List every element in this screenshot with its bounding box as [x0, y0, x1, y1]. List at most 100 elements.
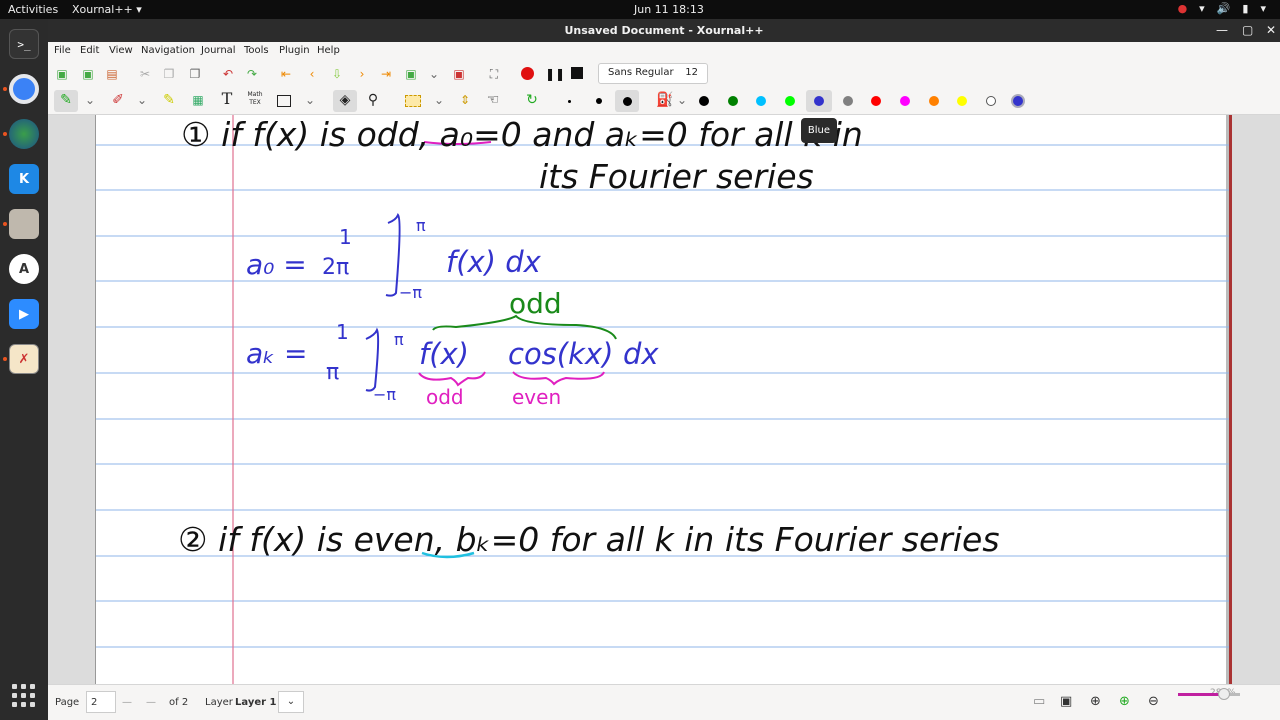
delete-page-icon[interactable]: ▣ — [452, 65, 466, 83]
terminal-icon[interactable]: >_ — [9, 29, 39, 59]
image-icon[interactable]: ▦ — [189, 91, 207, 109]
color-custom-blue-swatch[interactable] — [1010, 94, 1025, 108]
battery-icon[interactable]: ▮ — [1242, 2, 1248, 15]
copy-icon[interactable]: ❐ — [162, 65, 176, 83]
save-icon[interactable]: ▤ — [104, 65, 120, 83]
record-icon[interactable] — [521, 67, 534, 80]
select-rectangle-icon[interactable] — [405, 95, 421, 107]
layer-value[interactable]: Layer 1 — [235, 697, 276, 708]
zoom-out-icon[interactable]: ⊖ — [1148, 694, 1159, 709]
goto-page-icon[interactable]: ⇩ — [330, 65, 344, 83]
zoom-in-icon[interactable]: ⊕ — [1119, 694, 1130, 709]
pause-icon[interactable]: ❚❚ — [545, 65, 565, 83]
layer-dropdown-icon[interactable]: ⌄ — [278, 691, 304, 713]
color-magenta-swatch[interactable] — [899, 96, 910, 106]
page-layout-icon[interactable]: ▭ — [1033, 694, 1045, 709]
thickness-thick-icon[interactable] — [623, 97, 632, 106]
select-dropdown-icon[interactable]: ⌄ — [433, 91, 445, 109]
chromium-icon[interactable] — [9, 74, 39, 104]
minimize-button[interactable]: — — [1216, 23, 1228, 37]
insert-page-dropdown-icon[interactable]: ⌄ — [428, 65, 440, 83]
maximize-button[interactable]: ▢ — [1242, 23, 1253, 37]
tex-tool-icon[interactable]: Math TEX — [244, 91, 266, 107]
font-size: 12 — [685, 67, 698, 78]
hand-snap-icon[interactable]: ⚲ — [364, 91, 382, 109]
browser-globe-icon[interactable] — [9, 119, 39, 149]
stop-icon[interactable] — [571, 67, 583, 79]
canvas-area[interactable]: ① if f(x) is odd, a₀=0 and aₖ=0 for all … — [48, 115, 1280, 684]
show-applications-icon[interactable] — [12, 684, 36, 708]
record-indicator-icon[interactable]: ● — [1178, 2, 1188, 15]
color-light-green-swatch[interactable] — [785, 96, 796, 106]
highlighter-icon[interactable]: ✎ — [161, 91, 177, 109]
menu-journal[interactable]: Journal — [201, 45, 236, 56]
thickness-fine-icon[interactable] — [568, 100, 571, 103]
zoom-fit-icon[interactable]: ⊕ — [1090, 694, 1101, 709]
font-selector[interactable]: Sans Regular 12 — [598, 63, 708, 84]
color-yellow-swatch[interactable] — [957, 96, 968, 106]
color-green-swatch[interactable] — [727, 96, 738, 106]
fullscreen-icon[interactable]: ⛶ — [485, 65, 503, 83]
eraser-icon[interactable]: ✐ — [110, 91, 126, 109]
paste-icon[interactable]: ❐ — [188, 65, 202, 83]
vertical-space-icon[interactable]: ⇕ — [457, 91, 473, 109]
app-menu[interactable]: Xournal++ ▾ — [72, 3, 142, 16]
kolourpaint-icon[interactable]: K — [9, 164, 39, 194]
shape-rectangle-icon[interactable] — [277, 95, 291, 107]
thickness-medium-icon[interactable] — [596, 98, 602, 104]
undo-icon[interactable]: ↶ — [221, 65, 235, 83]
activities-button[interactable]: Activities — [8, 3, 58, 16]
software-center-icon[interactable]: A — [9, 254, 39, 284]
color-orange-swatch[interactable] — [928, 96, 939, 106]
previous-page-icon[interactable]: ‹ — [305, 65, 319, 83]
fullscreen-page-icon[interactable]: ▣ — [1060, 694, 1072, 709]
color-light-blue-swatch[interactable] — [756, 96, 767, 106]
ruler-snap-icon[interactable]: ◈ — [336, 91, 354, 109]
color-blue-swatch[interactable] — [813, 96, 824, 106]
page-number-input[interactable]: 2 — [86, 691, 116, 713]
eq1-body: f(x) dx — [446, 245, 541, 279]
pen-dropdown-icon[interactable]: ⌄ — [84, 91, 96, 109]
clock[interactable]: Jun 11 18:13 — [634, 3, 704, 16]
eraser-dropdown-icon[interactable]: ⌄ — [136, 91, 148, 109]
tray-menu-icon[interactable]: ▾ — [1260, 2, 1266, 15]
redo-icon[interactable]: ↷ — [245, 65, 259, 83]
first-page-icon[interactable]: ⇤ — [279, 65, 293, 83]
new-document-icon[interactable]: ▣ — [54, 65, 70, 83]
color-red-swatch[interactable] — [871, 96, 882, 106]
menu-help[interactable]: Help — [317, 45, 340, 56]
shape-dropdown-icon[interactable]: ⌄ — [304, 91, 316, 109]
zoom-slider[interactable] — [1178, 688, 1240, 700]
fill-dropdown-icon[interactable]: ⌄ — [676, 91, 688, 109]
menu-view[interactable]: View — [109, 45, 133, 56]
zoom-icon[interactable]: ▶ — [9, 299, 39, 329]
menu-file[interactable]: File — [54, 45, 71, 56]
fill-icon[interactable]: ⛽ — [656, 91, 673, 109]
page[interactable]: ① if f(x) is odd, a₀=0 and aₖ=0 for all … — [95, 115, 1230, 684]
hand-tool-icon[interactable]: ☜ — [485, 91, 501, 109]
color-gray-swatch[interactable] — [842, 96, 853, 106]
open-document-icon[interactable]: ▣ — [80, 65, 96, 83]
page-increment[interactable]: — — [146, 697, 156, 708]
system-tray[interactable]: ● ▾ 🔊 ▮ ▾ — [1178, 2, 1266, 15]
menu-navigation[interactable]: Navigation — [141, 45, 195, 56]
menu-plugin[interactable]: Plugin — [279, 45, 310, 56]
cut-icon[interactable]: ✂ — [138, 65, 152, 83]
eq2-lower-limit: −π — [373, 385, 397, 404]
refresh-icon[interactable]: ↻ — [523, 91, 541, 109]
last-page-icon[interactable]: ⇥ — [379, 65, 393, 83]
volume-icon[interactable]: 🔊 — [1217, 2, 1231, 15]
text-tool-icon[interactable]: T — [218, 90, 236, 108]
menu-tools[interactable]: Tools — [244, 45, 269, 56]
color-white-swatch[interactable] — [986, 96, 996, 106]
network-icon[interactable]: ▾ — [1199, 2, 1205, 15]
menu-edit[interactable]: Edit — [80, 45, 99, 56]
pen-icon[interactable]: ✎ — [57, 91, 75, 109]
files-icon[interactable] — [9, 209, 39, 239]
close-button[interactable]: ✕ — [1266, 23, 1276, 37]
page-decrement[interactable]: — — [122, 697, 132, 708]
insert-page-icon[interactable]: ▣ — [404, 65, 418, 83]
xournal-icon[interactable]: ✗ — [9, 344, 39, 374]
next-page-icon[interactable]: › — [355, 65, 369, 83]
color-black-swatch[interactable] — [699, 96, 709, 106]
